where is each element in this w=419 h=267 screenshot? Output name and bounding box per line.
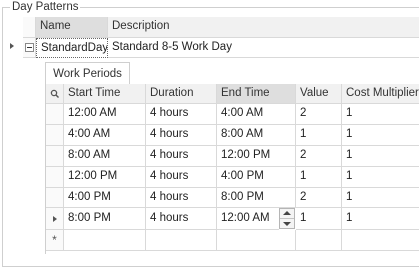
cell-duration[interactable]: 4 hours [146, 188, 217, 208]
new-row-cell[interactable] [342, 230, 419, 251]
cell-start-time[interactable]: 12:00 AM [64, 104, 146, 125]
detail-header-indicator[interactable] [46, 84, 64, 104]
cell-start-time[interactable]: 4:00 AM [64, 125, 146, 146]
spin-up-icon[interactable] [283, 211, 291, 215]
master-cell-name[interactable]: StandardDay [36, 38, 108, 58]
cell-end-time[interactable]: 4:00 PM [217, 167, 296, 188]
col-header-start-time[interactable]: Start Time [64, 84, 146, 104]
cell-value[interactable]: 2 [296, 104, 342, 125]
new-row-cell[interactable] [296, 230, 342, 251]
cell-value[interactable]: 2 [296, 146, 342, 167]
cell-value[interactable]: 1 [296, 208, 342, 230]
master-row-indicator[interactable] [23, 38, 36, 58]
group-title: Day Patterns [10, 0, 81, 14]
col-header-value[interactable]: Value [296, 84, 342, 104]
cell-cost-multiplier[interactable]: 1 [342, 188, 419, 208]
new-row-cell[interactable] [217, 230, 296, 251]
master-header-indicator [23, 17, 36, 38]
new-row-cell[interactable] [64, 230, 146, 251]
search-icon[interactable] [50, 89, 60, 99]
row-indicator[interactable] [46, 104, 64, 125]
spin-down-icon[interactable] [283, 222, 291, 226]
cell-value[interactable]: 1 [296, 167, 342, 188]
day-patterns-panel: { "group_title": "Day Patterns", "master… [0, 0, 419, 267]
row-pointer-icon [10, 43, 14, 49]
spin-divider [280, 218, 294, 219]
cell-duration[interactable]: 4 hours [146, 104, 217, 125]
new-row-indicator[interactable]: * [46, 230, 64, 251]
cell-start-time[interactable]: 12:00 PM [64, 167, 146, 188]
master-header-description[interactable]: Description [108, 17, 419, 38]
cell-duration[interactable]: 4 hours [146, 146, 217, 167]
master-cell-description[interactable]: Standard 8-5 Work Day [108, 38, 419, 58]
collapse-icon[interactable] [25, 43, 34, 52]
spin-icon[interactable] [279, 208, 295, 229]
end-time-editor[interactable]: 12:00 AM [217, 208, 279, 230]
cell-cost-multiplier[interactable]: 1 [342, 125, 419, 146]
row-indicator[interactable] [46, 188, 64, 208]
cell-value[interactable]: 2 [296, 188, 342, 208]
row-indicator[interactable] [46, 167, 64, 188]
new-row-cell[interactable] [146, 230, 217, 251]
cell-cost-multiplier[interactable]: 1 [342, 208, 419, 230]
cell-start-time[interactable]: 8:00 PM [64, 208, 146, 230]
row-indicator[interactable] [46, 125, 64, 146]
row-indicator-focused[interactable] [46, 208, 64, 230]
cell-start-time[interactable]: 4:00 PM [64, 188, 146, 208]
row-indicator[interactable] [46, 146, 64, 167]
tab-work-periods[interactable]: Work Periods [45, 62, 130, 85]
cell-start-time[interactable]: 8:00 AM [64, 146, 146, 167]
cell-duration[interactable]: 4 hours [146, 125, 217, 146]
cell-cost-multiplier[interactable]: 1 [342, 146, 419, 167]
cell-end-time[interactable]: 12:00 PM [217, 146, 296, 167]
cell-duration[interactable]: 4 hours [146, 167, 217, 188]
cell-end-time[interactable]: 8:00 AM [217, 125, 296, 146]
cell-value[interactable]: 1 [296, 125, 342, 146]
row-pointer-icon [53, 216, 57, 222]
master-header-name[interactable]: Name [36, 17, 108, 38]
cell-end-time[interactable]: 8:00 PM [217, 188, 296, 208]
cell-cost-multiplier[interactable]: 1 [342, 167, 419, 188]
col-header-cost-multiplier[interactable]: Cost Multiplier [342, 84, 419, 104]
cell-end-time[interactable]: 4:00 AM [217, 104, 296, 125]
cell-cost-multiplier[interactable]: 1 [342, 104, 419, 125]
cell-duration[interactable]: 4 hours [146, 208, 217, 230]
col-header-end-time[interactable]: End Time [217, 84, 296, 104]
col-header-duration[interactable]: Duration [146, 84, 217, 104]
